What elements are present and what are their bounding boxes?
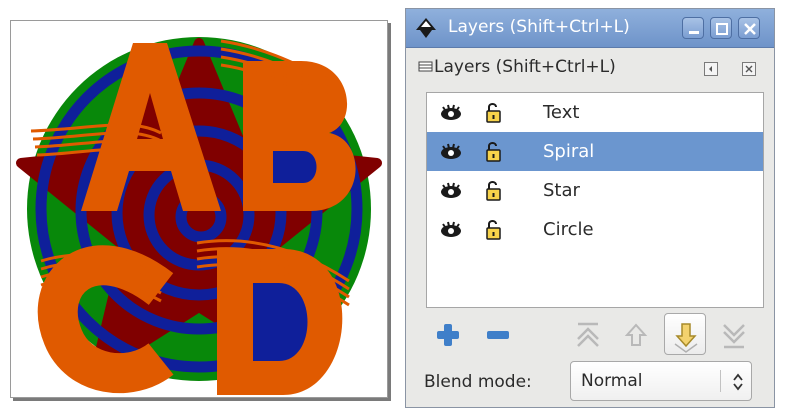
layers-dialog: Layers (Shift+Ctrl+L) Layers (Shift+Ctrl… <box>405 8 775 408</box>
inkscape-icon <box>414 16 438 44</box>
artwork <box>16 37 382 395</box>
layer-row-star[interactable]: Star <box>427 171 763 210</box>
layer-name[interactable]: Spiral <box>543 141 594 162</box>
close-icon <box>744 23 756 35</box>
lower-icon <box>674 323 698 353</box>
raise-to-top-button[interactable] <box>570 317 606 353</box>
tab-close-button[interactable] <box>742 61 756 76</box>
raise-icon <box>624 323 648 346</box>
close-button[interactable] <box>738 17 760 39</box>
layer-row-circle[interactable]: Circle <box>427 210 763 249</box>
eye-icon[interactable] <box>439 103 463 127</box>
layer-row-spiral[interactable]: Spiral <box>427 132 763 171</box>
blend-mode-select[interactable]: Normal <box>570 361 752 401</box>
blend-mode-value: Normal <box>581 371 643 391</box>
drawing-canvas[interactable] <box>10 20 388 398</box>
minus-icon <box>487 331 509 339</box>
menu-icon <box>704 62 718 76</box>
lower-layer-button[interactable] <box>664 313 706 355</box>
maximize-button[interactable] <box>710 17 732 39</box>
tab-menu-button[interactable] <box>704 61 718 76</box>
updown-arrows-icon <box>731 372 745 396</box>
unlock-icon[interactable] <box>485 141 503 167</box>
lower-to-bottom-icon <box>723 324 745 349</box>
window-title: Layers (Shift+Ctrl+L) <box>448 17 630 37</box>
unlock-icon[interactable] <box>485 180 503 206</box>
layer-name[interactable]: Circle <box>543 219 594 240</box>
unlock-icon[interactable] <box>485 102 503 128</box>
plus-icon <box>437 324 459 346</box>
dialog-tab[interactable]: Layers (Shift+Ctrl+L) <box>406 47 774 87</box>
tab-label: Layers (Shift+Ctrl+L) <box>434 57 616 77</box>
minimize-button[interactable] <box>682 17 704 39</box>
title-bar[interactable]: Layers (Shift+Ctrl+L) <box>406 9 774 48</box>
raise-layer-button[interactable] <box>618 317 654 353</box>
layer-list[interactable]: Text Spiral Star Circle <box>426 92 764 308</box>
eye-icon[interactable] <box>439 220 463 244</box>
layer-name[interactable]: Text <box>543 102 579 123</box>
lower-to-bottom-button[interactable] <box>716 317 752 353</box>
add-layer-button[interactable] <box>430 317 466 353</box>
remove-layer-button[interactable] <box>480 317 516 353</box>
layer-name[interactable]: Star <box>543 180 580 201</box>
maximize-icon <box>716 23 728 35</box>
blend-mode-label: Blend mode: <box>424 372 532 392</box>
raise-to-top-icon <box>577 322 599 347</box>
layer-row-text[interactable]: Text <box>427 93 763 132</box>
divider <box>720 370 721 392</box>
layers-icon <box>418 59 434 79</box>
eye-icon[interactable] <box>439 142 463 166</box>
eye-icon[interactable] <box>439 181 463 205</box>
minimize-icon <box>689 31 699 34</box>
close-icon <box>742 62 756 76</box>
unlock-icon[interactable] <box>485 219 503 245</box>
